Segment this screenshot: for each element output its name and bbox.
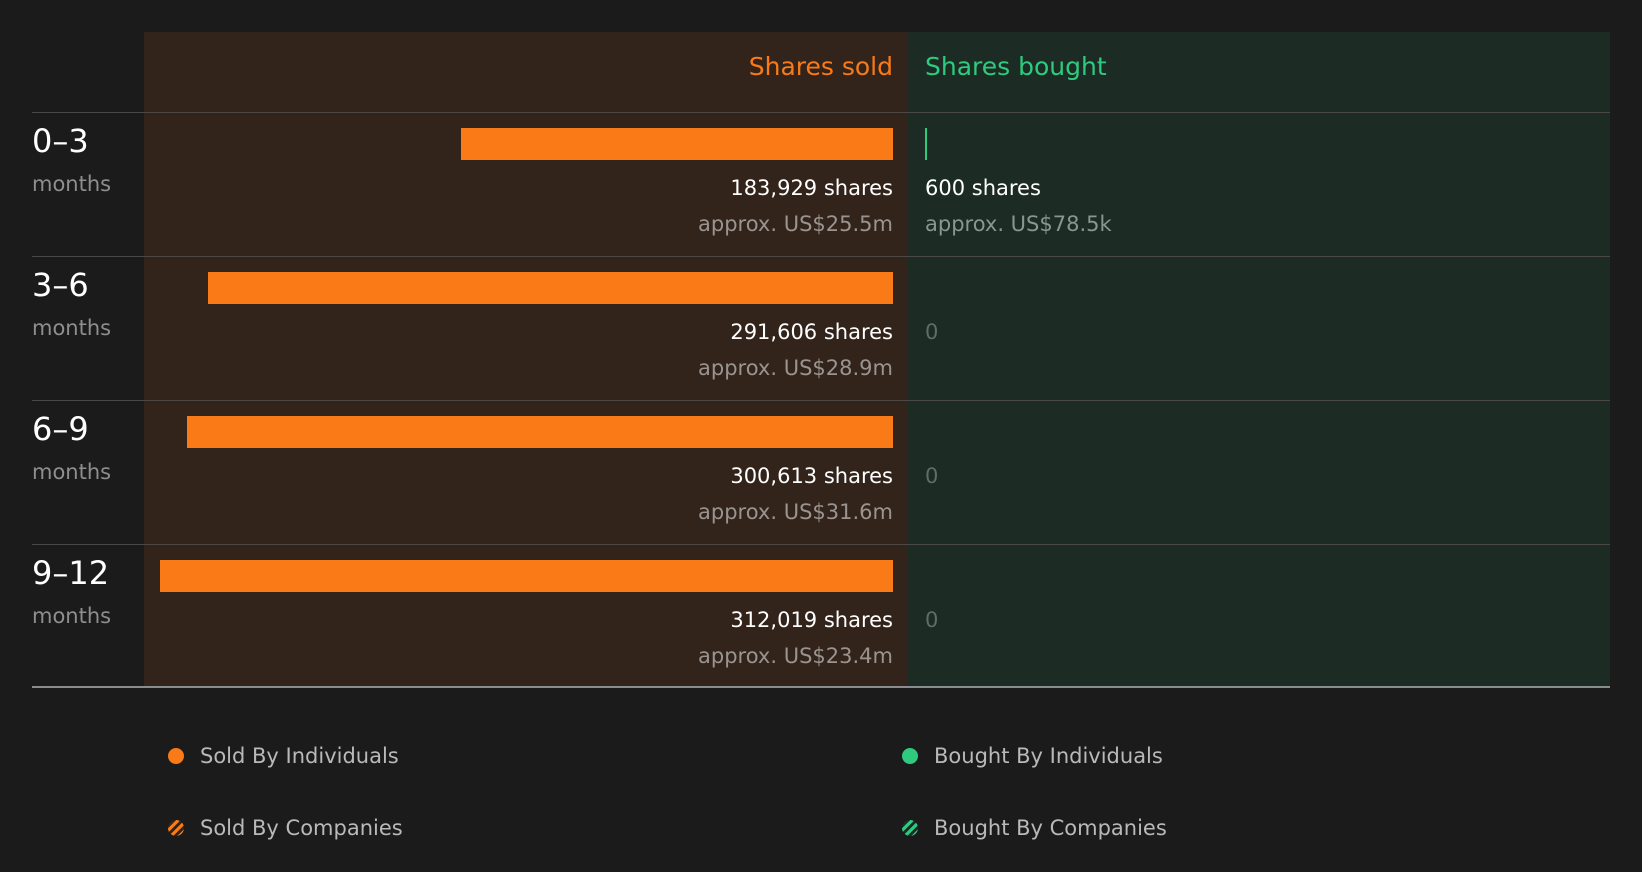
bought-shares-label: 0 xyxy=(925,464,939,488)
row-divider xyxy=(32,256,1610,257)
period-unit: months xyxy=(32,460,112,484)
bought-shares-label: 600 shares xyxy=(925,176,1041,200)
legend-swatch-sold-companies xyxy=(168,820,184,836)
sold-value-label: approx. US$31.6m xyxy=(698,500,893,524)
legend-label: Sold By Individuals xyxy=(200,744,399,768)
period-range: 3–6 xyxy=(32,266,89,304)
legend-label: Bought By Individuals xyxy=(934,744,1163,768)
sold-shares-label: 291,606 shares xyxy=(730,320,893,344)
period-range: 6–9 xyxy=(32,410,89,448)
bought-value-label: approx. US$78.5k xyxy=(925,212,1112,236)
header-shares-sold: Shares sold xyxy=(748,52,893,81)
legend-label: Sold By Companies xyxy=(200,816,403,840)
sold-bar xyxy=(160,560,893,592)
sold-bar xyxy=(461,128,893,160)
legend-bought-by-individuals: Bought By Individuals xyxy=(902,744,1163,768)
row-divider xyxy=(32,400,1610,401)
period-range: 9–12 xyxy=(32,554,110,592)
header-shares-bought: Shares bought xyxy=(925,52,1107,81)
legend-swatch-bought-companies xyxy=(902,820,918,836)
sold-value-label: approx. US$23.4m xyxy=(698,644,893,668)
chart-baseline xyxy=(32,686,1610,688)
bought-panel xyxy=(908,32,1610,688)
sold-shares-label: 312,019 shares xyxy=(730,608,893,632)
bought-shares-label: 0 xyxy=(925,320,939,344)
period-unit: months xyxy=(32,172,112,196)
sold-shares-label: 183,929 shares xyxy=(730,176,893,200)
sold-value-label: approx. US$25.5m xyxy=(698,212,893,236)
legend-sold-by-companies: Sold By Companies xyxy=(168,816,403,840)
legend-bought-by-companies: Bought By Companies xyxy=(902,816,1167,840)
bought-shares-label: 0 xyxy=(925,608,939,632)
legend-sold-by-individuals: Sold By Individuals xyxy=(168,744,399,768)
legend-swatch-bought-individuals xyxy=(902,748,918,764)
sold-bar xyxy=(208,272,893,304)
sold-value-label: approx. US$28.9m xyxy=(698,356,893,380)
period-unit: months xyxy=(32,604,112,628)
sold-bar xyxy=(187,416,893,448)
period-unit: months xyxy=(32,316,112,340)
legend-label: Bought By Companies xyxy=(934,816,1167,840)
sold-shares-label: 300,613 shares xyxy=(730,464,893,488)
row-divider xyxy=(32,544,1610,545)
period-range: 0–3 xyxy=(32,122,89,160)
bought-bar xyxy=(925,128,927,160)
legend-swatch-sold-individuals xyxy=(168,748,184,764)
row-divider xyxy=(32,112,1610,113)
